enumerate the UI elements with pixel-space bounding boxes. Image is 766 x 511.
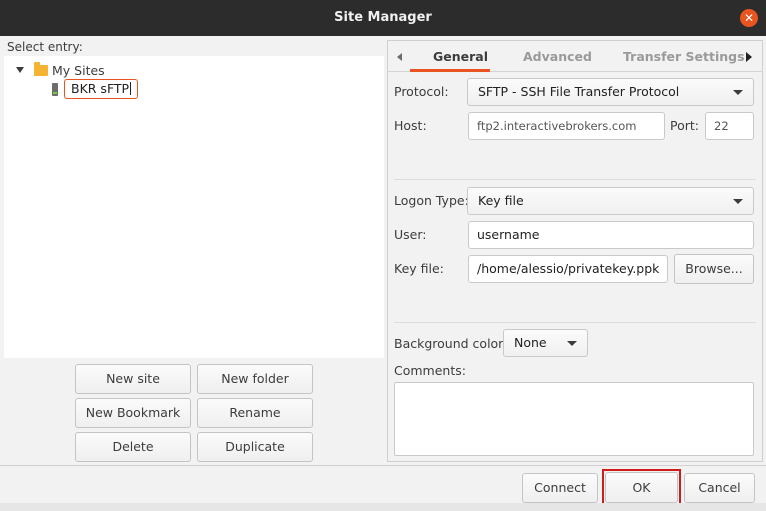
expand-arrow-icon[interactable] bbox=[16, 67, 24, 73]
key-file-input[interactable]: /home/alessio/privatekey.ppk bbox=[468, 255, 668, 283]
key-file-label: Key file: bbox=[394, 261, 444, 276]
background-color-value: None bbox=[514, 335, 547, 350]
protocol-value: SFTP - SSH File Transfer Protocol bbox=[478, 84, 680, 99]
protocol-label: Protocol: bbox=[394, 84, 449, 99]
connect-button[interactable]: Connect bbox=[522, 473, 598, 503]
comments-textarea[interactable] bbox=[394, 382, 754, 456]
background-color-label: Background color: bbox=[394, 336, 508, 351]
background-color-select[interactable]: None bbox=[503, 329, 588, 357]
browse-button[interactable]: Browse... bbox=[674, 254, 754, 284]
chevron-down-icon bbox=[567, 341, 577, 346]
tree-folder-label: My Sites bbox=[52, 62, 105, 78]
window-title: Site Manager bbox=[334, 10, 432, 25]
comments-label: Comments: bbox=[394, 363, 466, 378]
chevron-down-icon bbox=[733, 199, 743, 204]
new-folder-button[interactable]: New folder bbox=[197, 364, 313, 394]
port-input[interactable]: 22 bbox=[705, 112, 754, 140]
background-window-strip bbox=[0, 503, 766, 511]
user-input[interactable]: username bbox=[468, 221, 754, 249]
host-label: Host: bbox=[394, 118, 427, 133]
folder-icon bbox=[34, 61, 48, 76]
chevron-down-icon bbox=[733, 90, 743, 95]
footer-divider bbox=[0, 465, 766, 466]
site-settings-panel: General Advanced Transfer Settings Proto… bbox=[387, 40, 763, 462]
cancel-button[interactable]: Cancel bbox=[684, 473, 755, 503]
site-manager-window: Site Manager ✕ Select entry: My Sites BK… bbox=[0, 0, 766, 511]
section-divider bbox=[394, 179, 756, 180]
duplicate-button[interactable]: Duplicate bbox=[197, 432, 313, 462]
ok-highlight-frame bbox=[602, 469, 681, 506]
rename-button[interactable]: Rename bbox=[197, 398, 313, 428]
tab-transfer-settings[interactable]: Transfer Settings bbox=[623, 49, 745, 64]
logon-type-label: Logon Type: bbox=[394, 193, 469, 208]
new-site-button[interactable]: New site bbox=[75, 364, 191, 394]
title-bar: Site Manager ✕ bbox=[0, 0, 766, 36]
host-input[interactable]: ftp2.interactivebrokers.com bbox=[468, 112, 665, 140]
settings-tabs: General Advanced Transfer Settings bbox=[388, 41, 762, 72]
protocol-select[interactable]: SFTP - SSH File Transfer Protocol bbox=[467, 78, 754, 106]
new-bookmark-button[interactable]: New Bookmark bbox=[75, 398, 191, 428]
logon-type-select[interactable]: Key file bbox=[467, 187, 754, 215]
close-icon[interactable]: ✕ bbox=[740, 9, 758, 27]
delete-button[interactable]: Delete bbox=[75, 432, 191, 462]
site-name-text: BKR sFTP bbox=[71, 81, 130, 96]
active-tab-indicator bbox=[410, 69, 490, 72]
select-entry-label: Select entry: bbox=[7, 40, 83, 54]
user-label: User: bbox=[394, 227, 427, 242]
text-caret bbox=[130, 82, 132, 95]
site-name-edit[interactable]: BKR sFTP bbox=[64, 79, 139, 99]
site-icon bbox=[52, 82, 58, 96]
tree-item-site[interactable]: BKR sFTP bbox=[52, 79, 139, 99]
port-label: Port: bbox=[670, 118, 699, 133]
tab-general[interactable]: General bbox=[433, 49, 488, 64]
tab-scroll-left-icon[interactable] bbox=[397, 53, 402, 61]
tab-scroll-right-icon[interactable] bbox=[746, 52, 752, 62]
tab-advanced[interactable]: Advanced bbox=[523, 49, 592, 64]
logon-type-value: Key file bbox=[478, 193, 524, 208]
site-tree[interactable]: My Sites BKR sFTP bbox=[4, 56, 384, 358]
section-divider bbox=[394, 322, 756, 323]
tree-item-my-sites[interactable]: My Sites bbox=[16, 60, 105, 80]
